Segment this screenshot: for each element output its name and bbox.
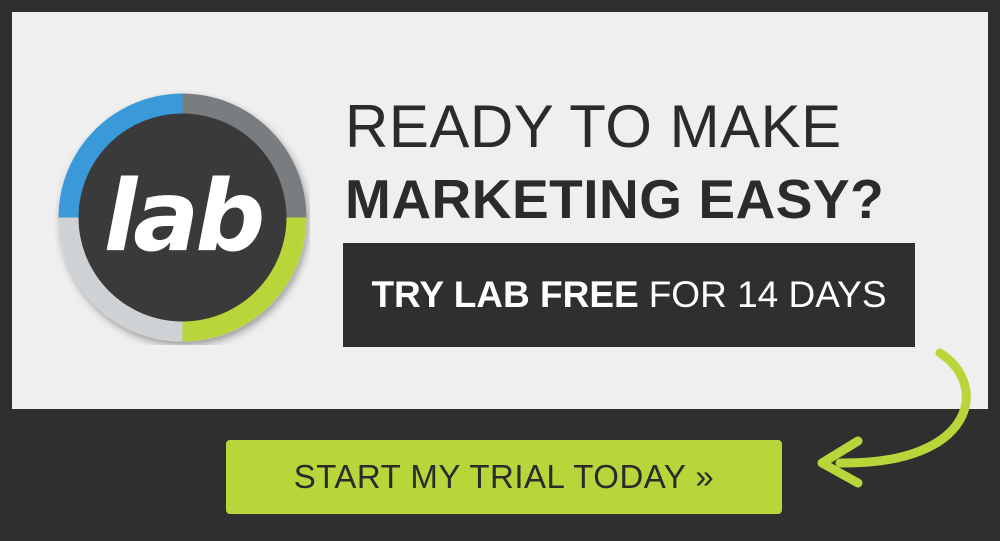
- lab-logo: lab: [55, 90, 310, 345]
- headline-line1: READY TO MAKE: [345, 93, 842, 160]
- start-trial-label: START MY TRIAL TODAY »: [293, 458, 715, 495]
- headline-line2: MARKETING EASY?: [345, 168, 885, 230]
- curved-arrow-icon: [800, 345, 990, 505]
- start-trial-button[interactable]: START MY TRIAL TODAY »: [226, 440, 782, 514]
- logo-text: lab: [104, 160, 263, 274]
- offer-rest-text: FOR 14 DAYS: [648, 274, 887, 315]
- offer-box: TRY LAB FREE FOR 14 DAYS: [343, 243, 915, 347]
- lab-logo-icon: lab: [58, 93, 307, 342]
- offer-strong-text: TRY LAB FREE: [371, 274, 639, 315]
